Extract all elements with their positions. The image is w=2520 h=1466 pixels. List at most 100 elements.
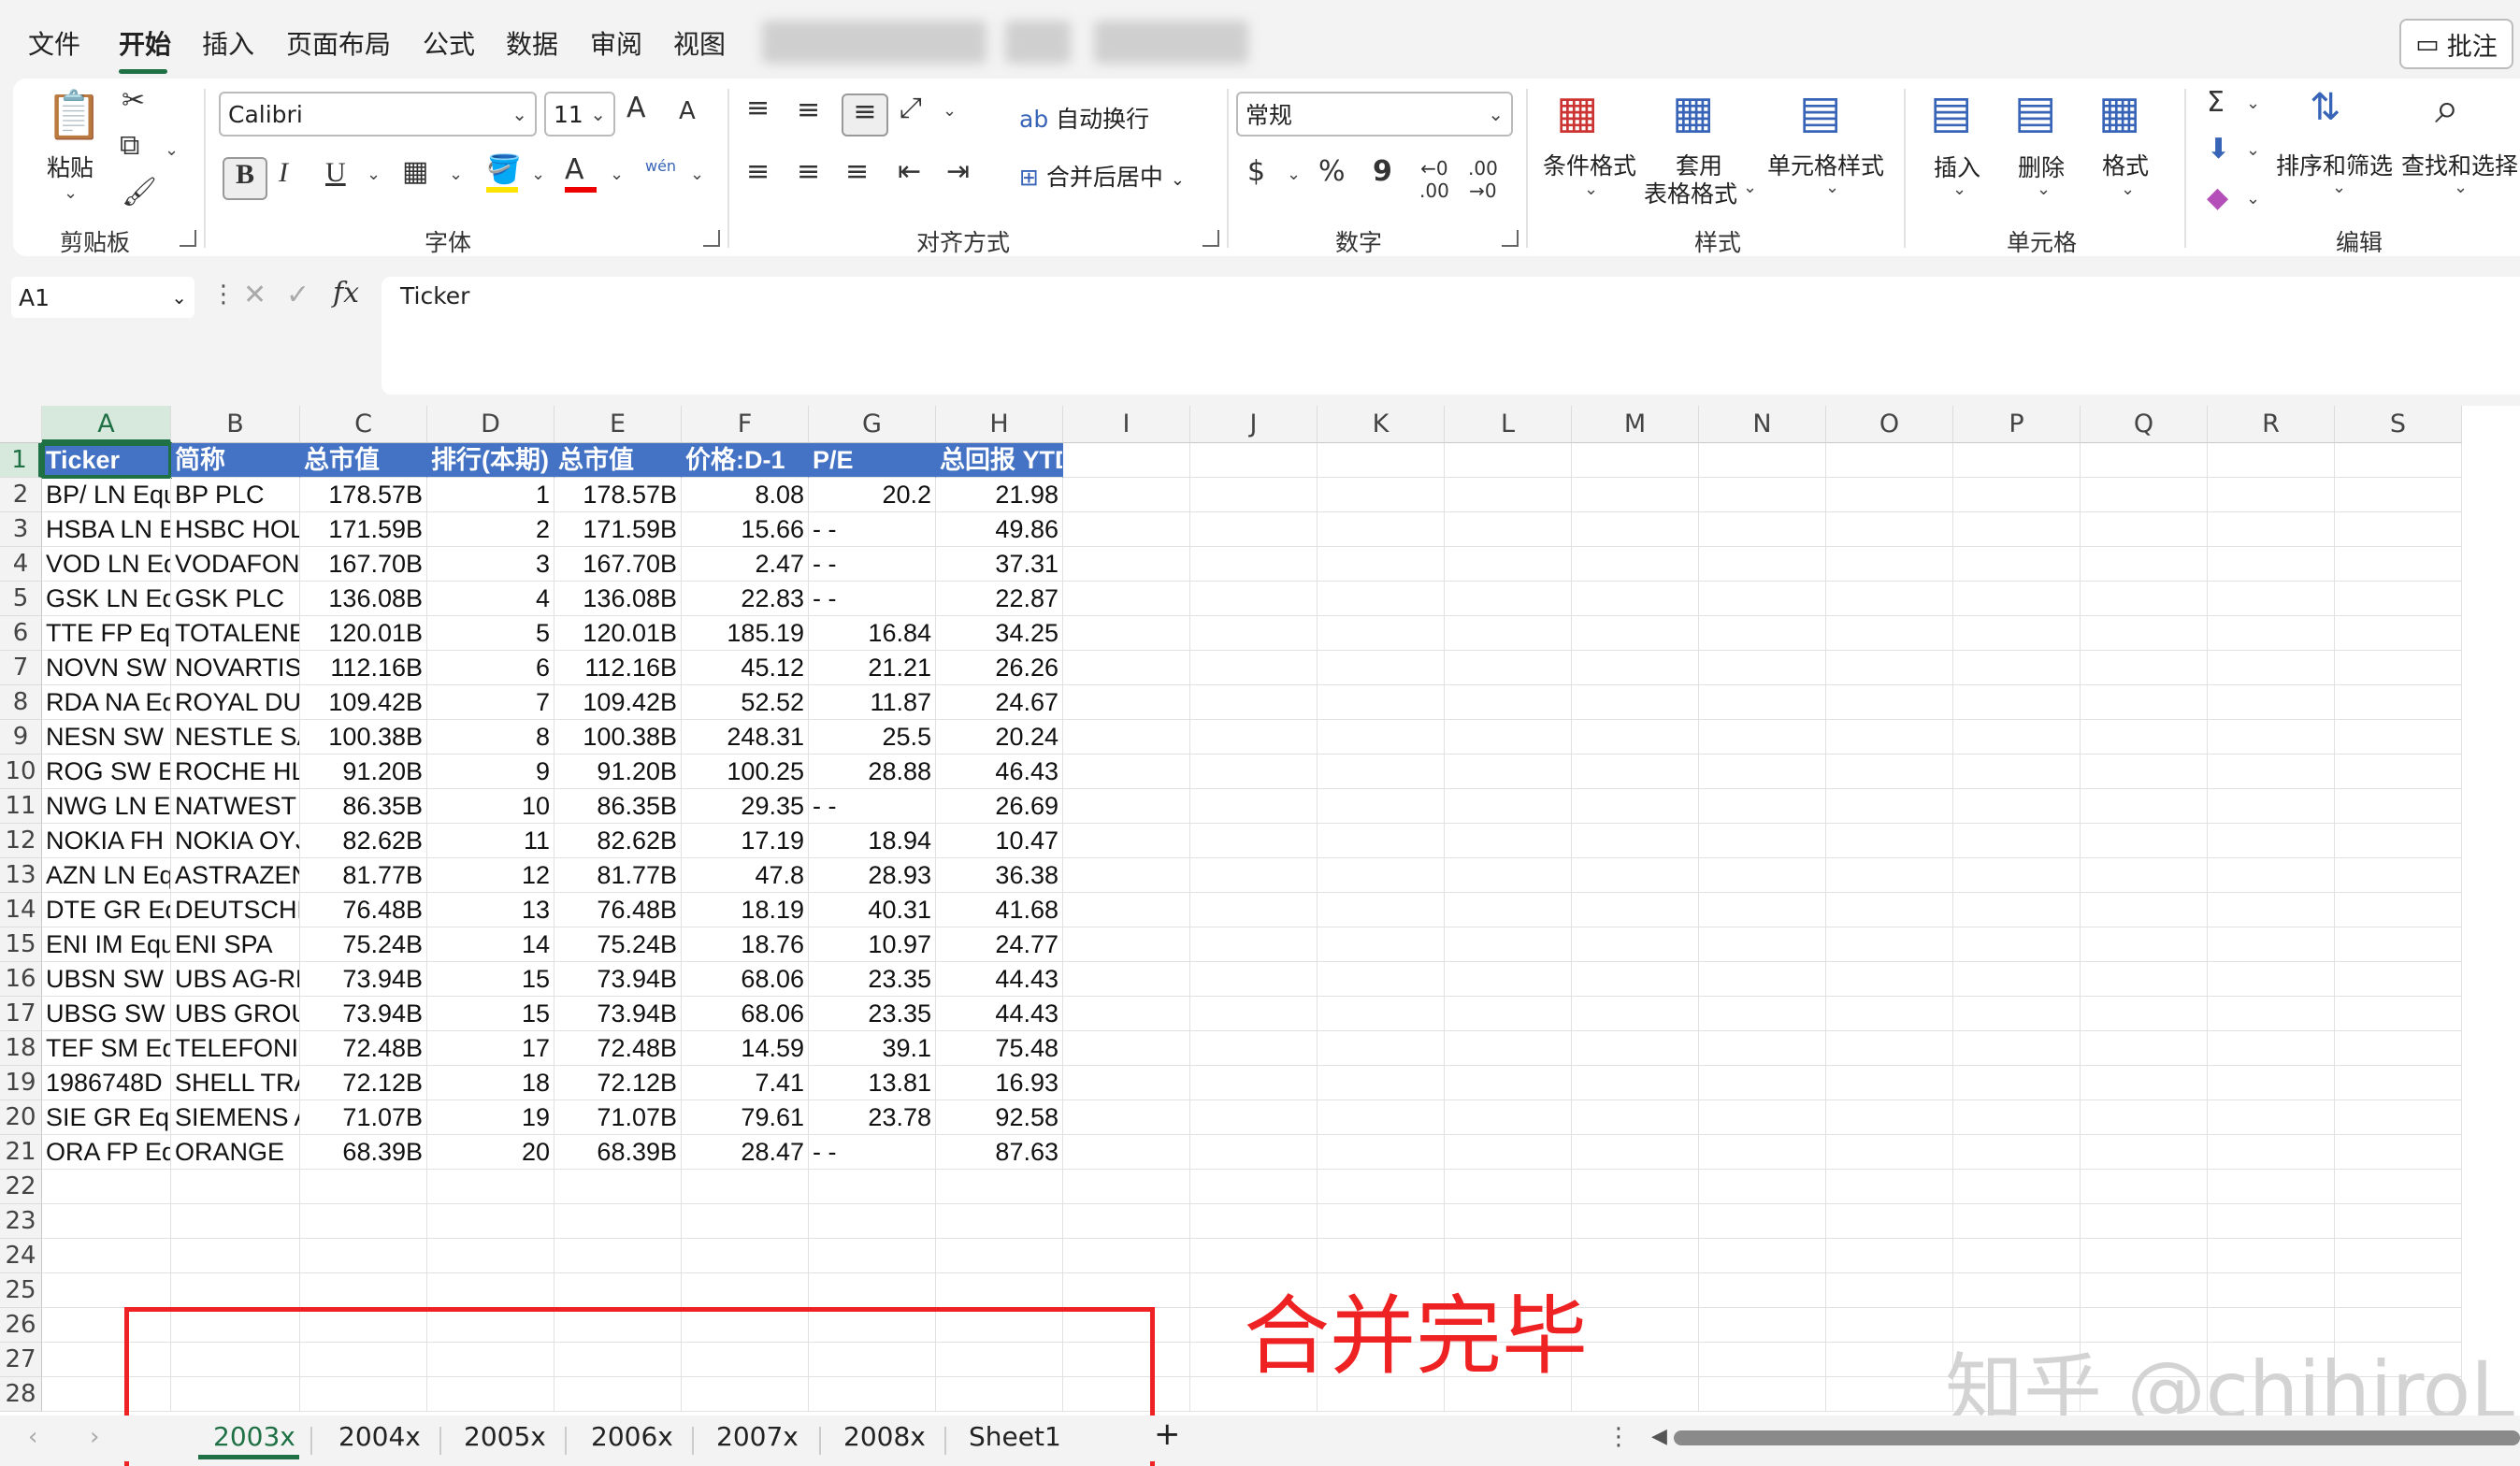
table-cell[interactable]: 72.48B	[300, 1031, 427, 1066]
empty-cell[interactable]	[427, 1273, 554, 1308]
table-cell[interactable]: VODAFONE	[171, 547, 300, 582]
cut-icon[interactable]: ✂	[122, 84, 145, 117]
empty-cell[interactable]	[1318, 824, 1445, 858]
empty-cell[interactable]	[1953, 997, 2081, 1031]
empty-cell[interactable]	[1063, 478, 1190, 512]
table-cell[interactable]: ROYAL DUTCH	[171, 685, 300, 720]
empty-cell[interactable]	[1953, 789, 2081, 824]
empty-cell[interactable]	[1699, 443, 1826, 478]
menu-tab-review[interactable]: 审阅	[590, 24, 642, 62]
align-right-icon[interactable]: ≡	[845, 155, 869, 188]
empty-cell[interactable]	[1572, 1377, 1699, 1412]
table-cell[interactable]: 24.77	[936, 927, 1063, 962]
table-cell[interactable]: 2	[427, 512, 554, 547]
empty-cell[interactable]	[2081, 997, 2208, 1031]
empty-cell[interactable]	[1699, 582, 1826, 616]
empty-cell[interactable]	[1063, 1170, 1190, 1204]
header-cell[interactable]: 总回报 YTD	[936, 443, 1063, 478]
empty-cell[interactable]	[2208, 927, 2335, 962]
empty-cell[interactable]	[1318, 1066, 1445, 1100]
empty-cell[interactable]	[2335, 893, 2462, 927]
table-format-icon[interactable]: ▦	[1672, 86, 1714, 138]
table-cell[interactable]: 5	[427, 616, 554, 651]
empty-cell[interactable]	[1190, 1031, 1318, 1066]
column-header[interactable]: N	[1699, 406, 1826, 443]
empty-cell[interactable]	[1318, 997, 1445, 1031]
row-header[interactable]: 16	[0, 962, 42, 997]
empty-cell[interactable]	[2335, 512, 2462, 547]
empty-cell[interactable]	[2335, 547, 2462, 582]
empty-cell[interactable]	[1063, 616, 1190, 651]
table-cell[interactable]: 41.68	[936, 893, 1063, 927]
menu-tab-insert[interactable]: 插入	[202, 24, 254, 62]
empty-cell[interactable]	[1826, 616, 1953, 651]
empty-cell[interactable]	[2208, 443, 2335, 478]
table-cell[interactable]: 37.31	[936, 547, 1063, 582]
empty-cell[interactable]	[1953, 858, 2081, 893]
empty-cell[interactable]	[1953, 893, 2081, 927]
empty-cell[interactable]	[42, 1170, 171, 1204]
empty-cell[interactable]	[2335, 755, 2462, 789]
table-cell[interactable]: 1986748D	[42, 1066, 171, 1100]
empty-cell[interactable]	[2081, 720, 2208, 755]
table-cell[interactable]: 11.87	[809, 685, 936, 720]
empty-cell[interactable]	[2081, 1204, 2208, 1239]
header-cell[interactable]: 排行(本期)	[427, 443, 554, 478]
empty-cell[interactable]	[1318, 927, 1445, 962]
empty-cell[interactable]	[1572, 443, 1699, 478]
empty-cell[interactable]	[1953, 1273, 2081, 1308]
chevron-down-icon[interactable]: ⌄	[449, 165, 463, 184]
select-all-corner[interactable]	[0, 406, 42, 443]
insert-cells-icon[interactable]: ▤	[1930, 86, 1972, 138]
table-cell[interactable]: 87.63	[936, 1135, 1063, 1170]
empty-cell[interactable]	[2208, 755, 2335, 789]
empty-cell[interactable]	[1699, 1377, 1826, 1412]
empty-cell[interactable]	[42, 1273, 171, 1308]
row-header[interactable]: 27	[0, 1343, 42, 1377]
table-cell[interactable]: 8	[427, 720, 554, 755]
empty-cell[interactable]	[1445, 720, 1572, 755]
align-center-icon[interactable]: ≡	[797, 155, 820, 188]
conditional-format-button[interactable]: 条件格式	[1543, 148, 1636, 181]
table-cell[interactable]: 14	[427, 927, 554, 962]
table-cell[interactable]: 13	[427, 893, 554, 927]
table-cell[interactable]: 52.52	[682, 685, 809, 720]
insert-cells-button[interactable]: 插入	[1934, 150, 1980, 183]
table-cell[interactable]: 68.06	[682, 997, 809, 1031]
row-header[interactable]: 24	[0, 1239, 42, 1273]
column-header[interactable]: D	[427, 406, 554, 443]
empty-cell[interactable]	[2335, 616, 2462, 651]
table-cell[interactable]: 171.59B	[554, 512, 682, 547]
empty-cell[interactable]	[2208, 651, 2335, 685]
more-options-icon[interactable]: ⋮	[1606, 1423, 1631, 1451]
empty-cell[interactable]	[1953, 755, 2081, 789]
empty-cell[interactable]	[1445, 512, 1572, 547]
column-header[interactable]: B	[171, 406, 300, 443]
table-cell[interactable]: NWG LN Equity	[42, 789, 171, 824]
conditional-format-icon[interactable]: ▦	[1556, 86, 1598, 138]
row-header[interactable]: 23	[0, 1204, 42, 1239]
empty-cell[interactable]	[300, 1204, 427, 1239]
phonetic-icon[interactable]: wén	[645, 157, 676, 175]
table-cell[interactable]: 91.20B	[554, 755, 682, 789]
empty-cell[interactable]	[1826, 1135, 1953, 1170]
empty-cell[interactable]	[1572, 1135, 1699, 1170]
insert-function-icon[interactable]: fx	[333, 277, 359, 309]
row-header[interactable]: 25	[0, 1273, 42, 1308]
empty-cell[interactable]	[1699, 1308, 1826, 1343]
table-cell[interactable]: 185.19	[682, 616, 809, 651]
table-cell[interactable]: 75.48	[936, 1031, 1063, 1066]
table-cell[interactable]: 44.43	[936, 962, 1063, 997]
empty-cell[interactable]	[1318, 1100, 1445, 1135]
empty-cell[interactable]	[1826, 927, 1953, 962]
table-cell[interactable]: 68.06	[682, 962, 809, 997]
table-cell[interactable]: 45.12	[682, 651, 809, 685]
font-color-icon[interactable]: A	[565, 153, 584, 186]
empty-cell[interactable]	[1190, 962, 1318, 997]
table-cell[interactable]: 17.19	[682, 824, 809, 858]
empty-cell[interactable]	[682, 1204, 809, 1239]
chevron-down-icon[interactable]: ⌄	[2121, 180, 2135, 199]
table-cell[interactable]: 248.31	[682, 720, 809, 755]
table-cell[interactable]: 112.16B	[300, 651, 427, 685]
empty-cell[interactable]	[1063, 824, 1190, 858]
